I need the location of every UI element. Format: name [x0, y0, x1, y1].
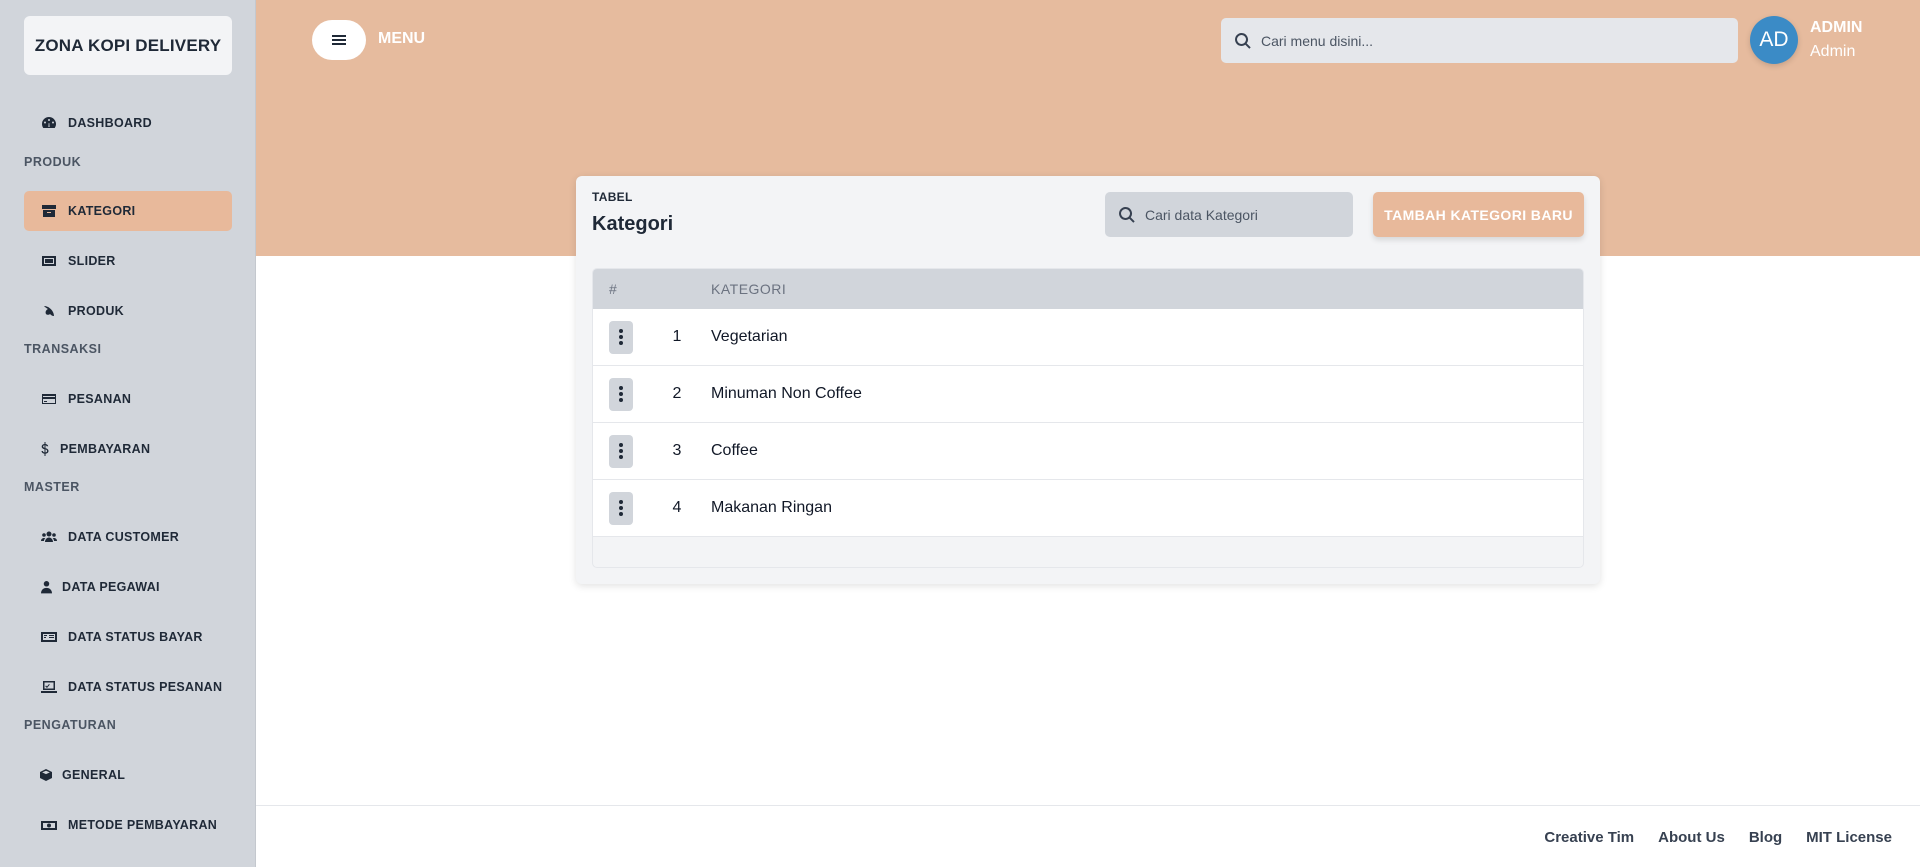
- user-tie-icon: [40, 580, 52, 594]
- sidebar-item-label: DATA PEGAWAI: [62, 580, 160, 594]
- row-actions-button[interactable]: [609, 320, 633, 354]
- dashboard-icon: [40, 116, 58, 130]
- sidebar-item-pembayaran[interactable]: PEMBAYARAN: [24, 429, 232, 469]
- sidebar-item-label: PESANAN: [68, 392, 132, 406]
- search-icon: [1119, 206, 1135, 223]
- box-icon: [40, 204, 58, 218]
- global-search-input[interactable]: [1261, 32, 1721, 49]
- sidebar-item-label: SLIDER: [68, 254, 116, 268]
- table-search-input[interactable]: [1145, 206, 1335, 223]
- sidebar-item-dashboard[interactable]: DASHBOARD: [24, 103, 232, 143]
- kebab-icon: [619, 329, 623, 345]
- hamburger-icon: [332, 35, 346, 45]
- sidebar-item-data-status-bayar[interactable]: DATA STATUS BAYAR: [24, 617, 232, 657]
- sidebar-item-data-status-pesanan[interactable]: DATA STATUS PESANAN: [24, 667, 232, 707]
- footer-link-creative-tim[interactable]: Creative Tim: [1544, 829, 1634, 846]
- sidebar-item-label: DASHBOARD: [68, 116, 152, 130]
- row-number: 3: [672, 442, 682, 459]
- user-name[interactable]: ADMIN: [1810, 19, 1862, 37]
- sidebar-item-label: GENERAL: [62, 768, 126, 782]
- laptop-check-icon: [40, 680, 58, 694]
- footer-link-blog[interactable]: Blog: [1749, 829, 1782, 846]
- sidebar: ZONA KOPI DELIVERY DASHBOARD PRODUK KATE…: [0, 0, 256, 867]
- row-kategori-name: Minuman Non Coffee: [711, 385, 862, 402]
- users-icon: [40, 530, 58, 544]
- table-row: 4 Makanan Ringan: [593, 480, 1583, 537]
- row-kategori-name: Vegetarian: [711, 328, 788, 345]
- add-kategori-button[interactable]: TAMBAH KATEGORI BARU: [1373, 192, 1584, 237]
- row-kategori-name: Coffee: [711, 442, 758, 459]
- brand-logo[interactable]: ZONA KOPI DELIVERY: [24, 16, 232, 75]
- sidebar-item-slider[interactable]: SLIDER: [24, 241, 232, 281]
- section-pengaturan: PENGATURAN: [24, 718, 117, 732]
- menu-label[interactable]: MENU: [378, 30, 425, 48]
- kategori-table-card: TABEL Kategori TAMBAH KATEGORI BARU # KA…: [576, 176, 1600, 584]
- row-actions-button[interactable]: [609, 434, 633, 468]
- sidebar-item-produk[interactable]: PRODUK: [24, 291, 232, 331]
- sidebar-item-general[interactable]: GENERAL: [24, 755, 232, 795]
- section-produk: PRODUK: [24, 155, 82, 169]
- table-search[interactable]: [1105, 192, 1353, 237]
- dollar-icon: [40, 442, 50, 456]
- sidebar-item-kategori[interactable]: KATEGORI: [24, 191, 232, 231]
- sidebar-item-data-customer[interactable]: DATA CUSTOMER: [24, 517, 232, 557]
- credit-card-icon: [40, 392, 58, 406]
- footer-link-mit-license[interactable]: MIT License: [1806, 829, 1892, 846]
- money-bill-icon: [40, 818, 58, 832]
- row-kategori-name: Makanan Ringan: [711, 499, 832, 516]
- card-subtitle: TABEL: [592, 190, 633, 204]
- sidebar-item-metode-pembayaran[interactable]: METODE PEMBAYARAN: [24, 805, 232, 845]
- column-header-kategori: KATEGORI: [711, 281, 787, 297]
- sidebar-item-pesanan[interactable]: PESANAN: [24, 379, 232, 419]
- section-transaksi: TRANSAKSI: [24, 342, 102, 356]
- table-header: # KATEGORI: [593, 269, 1583, 309]
- menu-toggle-button[interactable]: [312, 20, 366, 60]
- column-header-number: #: [609, 281, 618, 297]
- kebab-icon: [619, 443, 623, 459]
- table-row: 2 Minuman Non Coffee: [593, 366, 1583, 423]
- sidebar-item-label: DATA STATUS BAYAR: [68, 630, 203, 644]
- footer-link-about-us[interactable]: About Us: [1658, 829, 1725, 846]
- sidebar-item-data-pegawai[interactable]: DATA PEGAWAI: [24, 567, 232, 607]
- sidebar-item-label: DATA CUSTOMER: [68, 530, 180, 544]
- section-master: MASTER: [24, 480, 80, 494]
- row-number: 2: [672, 385, 682, 402]
- global-search[interactable]: [1221, 18, 1738, 63]
- sidebar-item-label: PEMBAYARAN: [60, 442, 151, 456]
- sidebar-item-label: DATA STATUS PESANAN: [68, 680, 223, 694]
- kategori-table: # KATEGORI 1 Vegetarian 2 Minuman Non Co…: [592, 268, 1584, 568]
- slider-icon: [40, 254, 58, 268]
- avatar[interactable]: AD: [1750, 16, 1798, 64]
- row-actions-button[interactable]: [609, 377, 633, 411]
- sidebar-item-label: METODE PEMBAYARAN: [68, 818, 218, 832]
- footer-divider: [256, 805, 1920, 806]
- row-number: 1: [672, 328, 682, 345]
- user-role: Admin: [1810, 43, 1856, 60]
- cube-icon: [40, 768, 52, 782]
- coffee-bean-icon: [40, 304, 58, 318]
- row-actions-button[interactable]: [609, 491, 633, 525]
- table-row: 3 Coffee: [593, 423, 1583, 480]
- sidebar-item-label: PRODUK: [68, 304, 124, 318]
- card-title: Kategori: [592, 213, 674, 235]
- table-row: 1 Vegetarian: [593, 309, 1583, 366]
- search-icon: [1235, 32, 1251, 49]
- kebab-icon: [619, 500, 623, 516]
- kebab-icon: [619, 386, 623, 402]
- row-number: 4: [672, 499, 682, 516]
- sidebar-item-label: KATEGORI: [68, 204, 136, 218]
- money-check-icon: [40, 630, 58, 644]
- footer-links: Creative Tim About Us Blog MIT License: [1544, 829, 1892, 846]
